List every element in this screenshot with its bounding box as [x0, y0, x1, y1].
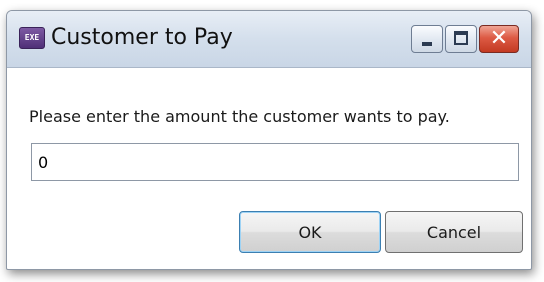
maximize-icon	[454, 31, 468, 45]
app-exe-icon: EXE	[19, 27, 45, 49]
cancel-button[interactable]: Cancel	[385, 211, 523, 253]
window-title: Customer to Pay	[51, 25, 233, 50]
minimize-button[interactable]	[411, 25, 443, 53]
ok-button[interactable]: OK	[239, 211, 381, 253]
customer-to-pay-dialog: EXE Customer to Pay ✕ Please enter the a…	[6, 10, 532, 270]
title-bar[interactable]: EXE Customer to Pay ✕	[7, 11, 531, 68]
minimize-icon	[422, 42, 432, 46]
prompt-label: Please enter the amount the customer wan…	[29, 107, 450, 126]
maximize-button[interactable]	[445, 25, 477, 53]
close-icon: ✕	[489, 26, 509, 51]
amount-input[interactable]	[31, 143, 519, 181]
close-button[interactable]: ✕	[479, 25, 519, 53]
